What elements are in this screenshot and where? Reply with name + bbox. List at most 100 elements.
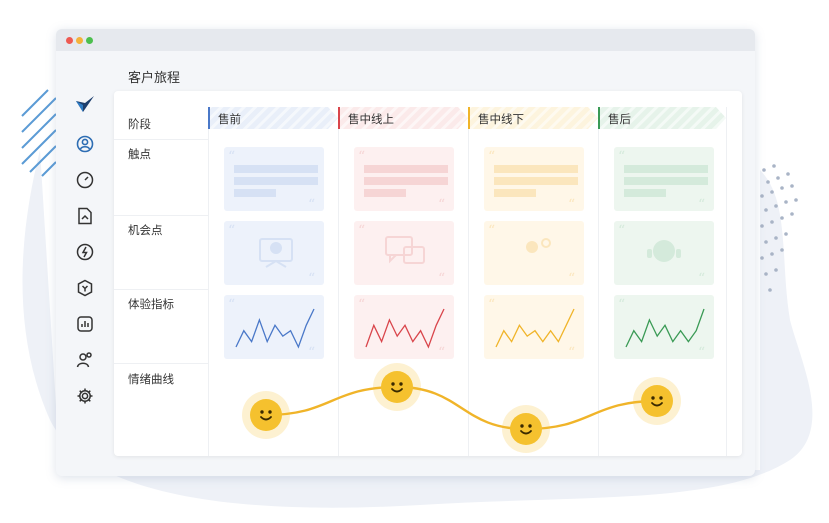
stage-header-after-sale[interactable]: 售后: [598, 107, 726, 129]
stage-header-offline-sale[interactable]: 售中线下: [468, 107, 598, 129]
opportunity-card[interactable]: ““: [614, 221, 714, 287]
metric-sparkline: [495, 308, 575, 348]
minimize-window-button[interactable]: [76, 37, 83, 44]
row-label-emotion: 情绪曲线: [128, 372, 174, 386]
column-divider: [208, 107, 209, 456]
card-graphic: ““: [618, 297, 705, 361]
open-quote-icon: “: [358, 297, 365, 313]
lightning-icon[interactable]: [74, 241, 96, 263]
headset-icon: [647, 240, 681, 262]
text-placeholder-bar: [364, 165, 448, 173]
touchpoint-card[interactable]: ““: [614, 147, 714, 213]
column-divider: [468, 107, 469, 456]
logo-icon[interactable]: [74, 93, 96, 115]
open-quote-icon: “: [618, 149, 625, 165]
metric-card[interactable]: ““: [354, 295, 454, 361]
stage-label: 售后: [608, 112, 631, 126]
column-divider: [338, 107, 339, 456]
stage-accent-bar: [208, 107, 210, 129]
card-graphic: ““: [228, 223, 315, 287]
user-circle-icon[interactable]: [74, 133, 96, 155]
close-quote-icon: “: [568, 271, 575, 285]
stage-accent-bar: [598, 107, 600, 129]
open-quote-icon: “: [618, 223, 625, 239]
row-label-metric: 体验指标: [128, 297, 174, 311]
close-quote-icon: “: [698, 197, 705, 211]
row-label-stage: 阶段: [128, 117, 151, 131]
row-divider: [114, 139, 208, 140]
dashboard-gauge-icon[interactable]: [74, 169, 96, 191]
users-icon[interactable]: [74, 349, 96, 371]
card-graphic: ““: [488, 149, 578, 213]
document-icon[interactable]: [74, 205, 96, 227]
card-graphic: ““: [358, 297, 445, 361]
metric-card[interactable]: ““: [484, 295, 584, 361]
open-quote-icon: “: [358, 223, 365, 239]
text-placeholder-bar: [624, 165, 708, 173]
stage-header-presale[interactable]: 售前: [208, 107, 338, 129]
bar-chart-icon[interactable]: [74, 313, 96, 335]
stage-label: 售中线下: [478, 112, 524, 126]
sidebar: [56, 51, 114, 476]
text-placeholder-bar: [494, 177, 578, 185]
page-title: 客户旅程: [128, 71, 181, 86]
smiley-face-icon[interactable]: [502, 405, 550, 453]
close-quote-icon: “: [308, 345, 315, 359]
column-divider: [598, 107, 599, 456]
open-quote-icon: “: [228, 223, 235, 239]
card-graphic: ““: [358, 149, 448, 213]
close-quote-icon: “: [568, 345, 575, 359]
decor-stripes-left: [21, 89, 57, 177]
open-quote-icon: “: [358, 149, 365, 165]
metric-card[interactable]: ““: [614, 295, 714, 361]
card-graphic: ““: [358, 223, 445, 287]
stage-label: 售中线上: [348, 112, 394, 126]
journey-board: 阶段 触点 机会点 体验指标 情绪曲线 售前 售中线上 售中线下 售后 “ “ …: [114, 91, 742, 456]
stage-label: 售前: [218, 112, 241, 126]
presentation-icon: [259, 238, 293, 268]
touchpoint-card[interactable]: ““: [354, 147, 454, 213]
text-placeholder-bar: [624, 189, 666, 197]
person-group-icon: [526, 238, 551, 253]
opportunity-card[interactable]: ““: [484, 221, 584, 287]
text-placeholder-bar: [624, 177, 708, 185]
hexagon-icon[interactable]: [74, 277, 96, 299]
smiley-face-icon[interactable]: [242, 391, 290, 439]
column-divider: [726, 107, 727, 456]
row-divider: [114, 363, 208, 364]
opportunity-card[interactable]: ““: [354, 221, 454, 287]
row-divider: [114, 215, 208, 216]
close-window-button[interactable]: [66, 37, 73, 44]
card-graphic: ““: [488, 223, 575, 287]
stage-header-online-sale[interactable]: 售中线上: [338, 107, 468, 129]
touchpoint-card[interactable]: ““: [484, 147, 584, 213]
metric-sparkline: [625, 308, 705, 348]
gear-icon[interactable]: [74, 385, 96, 407]
row-label-touchpoint: 触点: [128, 147, 151, 161]
text-placeholder-bar: [364, 177, 448, 185]
metric-sparkline: [235, 308, 315, 349]
maximize-window-button[interactable]: [86, 37, 93, 44]
text-placeholder-bar: [494, 189, 536, 197]
smiley-face-icon[interactable]: [373, 363, 421, 411]
app-window: 客户旅程 阶段 触点 机会点 体验指标 情绪曲线 售前 售中线上 售中线下 售后…: [56, 29, 755, 476]
open-quote-icon: “: [488, 149, 495, 165]
chat-bubbles-icon: [385, 236, 425, 264]
smiley-face-icon[interactable]: [633, 377, 681, 425]
touchpoint-card[interactable]: ““: [224, 147, 324, 213]
close-quote-icon: “: [438, 197, 445, 211]
card-graphic: ““: [488, 297, 575, 361]
row-label-opportunity: 机会点: [128, 223, 163, 237]
stage-accent-bar: [338, 107, 340, 129]
metric-sparkline: [365, 308, 445, 349]
card-graphic: ““: [618, 149, 708, 213]
card-graphic: ““: [228, 297, 315, 361]
open-quote-icon: “: [228, 149, 235, 165]
close-quote-icon: “: [438, 271, 445, 285]
opportunity-card[interactable]: ““: [224, 221, 324, 287]
metric-card[interactable]: ““: [224, 295, 324, 361]
open-quote-icon: “: [488, 223, 495, 239]
close-quote-icon: “: [698, 271, 705, 285]
text-placeholder-bar: [234, 189, 276, 197]
close-quote-icon: “: [308, 197, 315, 211]
